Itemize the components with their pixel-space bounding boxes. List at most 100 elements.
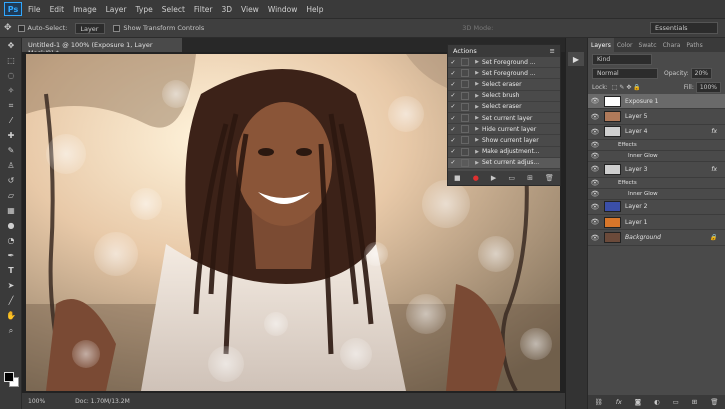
move-tool-icon[interactable]: ✥ xyxy=(4,23,12,33)
eye-icon[interactable]: 👁 xyxy=(588,165,602,173)
eye-icon[interactable]: 👁 xyxy=(588,152,602,160)
auto-select-dropdown[interactable]: Layer xyxy=(75,22,106,34)
check-icon[interactable]: ✓ xyxy=(448,126,458,133)
eye-icon[interactable]: 👁 xyxy=(588,234,602,242)
type-tool-icon[interactable]: T xyxy=(0,263,22,278)
gradient-tool-icon[interactable]: ▦ xyxy=(0,203,22,218)
expand-arrow-icon[interactable]: ▶ xyxy=(472,59,482,65)
clone-stamp-tool-icon[interactable]: ♙ xyxy=(0,158,22,173)
dialog-toggle[interactable] xyxy=(461,58,469,67)
check-icon[interactable]: ✓ xyxy=(448,59,458,66)
record-icon[interactable]: ● xyxy=(473,174,479,182)
layer-row[interactable]: 👁 Effects xyxy=(588,178,725,189)
move-tool-icon[interactable]: ✥ xyxy=(0,38,22,53)
fill-field[interactable]: 100% xyxy=(695,81,721,93)
layer-row[interactable]: 👁 Background 🔒 xyxy=(588,230,725,246)
zoom-level[interactable]: 100% xyxy=(28,398,45,405)
menu-view[interactable]: View xyxy=(241,5,259,14)
tab-swatches[interactable]: Swatc xyxy=(636,42,660,49)
menu-layer[interactable]: Layer xyxy=(106,5,127,14)
dialog-toggle[interactable] xyxy=(461,114,469,123)
foreground-color-swatch[interactable] xyxy=(4,372,14,382)
menu-file[interactable]: File xyxy=(28,5,41,14)
lasso-tool-icon[interactable]: ◌ xyxy=(0,68,22,83)
auto-select-checkbox[interactable] xyxy=(17,24,25,32)
zoom-tool-icon[interactable]: ⌕ xyxy=(0,323,22,338)
eye-icon[interactable]: 👁 xyxy=(588,141,602,149)
opacity-field[interactable]: 20% xyxy=(690,67,713,79)
menu-3d[interactable]: 3D xyxy=(221,5,232,14)
hand-tool-icon[interactable]: ✋ xyxy=(0,308,22,323)
shape-tool-icon[interactable]: ╱ xyxy=(0,293,22,308)
expand-arrow-icon[interactable]: ▶ xyxy=(472,115,482,121)
layer-row[interactable]: 👁 Inner Glow xyxy=(588,189,725,200)
menu-edit[interactable]: Edit xyxy=(50,5,65,14)
lock-icons[interactable]: ⬚✎✥🔒 xyxy=(612,84,643,91)
layer-row[interactable]: 👁 Layer 5 xyxy=(588,109,725,125)
panel-menu-icon[interactable]: ≡ xyxy=(550,47,555,55)
healing-brush-tool-icon[interactable]: ✚ xyxy=(0,128,22,143)
path-selection-tool-icon[interactable]: ➤ xyxy=(0,278,22,293)
dialog-toggle[interactable] xyxy=(461,69,469,78)
check-icon[interactable]: ✓ xyxy=(448,92,458,99)
check-icon[interactable]: ✓ xyxy=(448,148,458,155)
menu-image[interactable]: Image xyxy=(73,5,97,14)
magic-wand-tool-icon[interactable]: ✧ xyxy=(0,83,22,98)
eye-icon[interactable]: 👁 xyxy=(588,97,602,105)
expand-arrow-icon[interactable]: ▶ xyxy=(472,160,482,166)
action-step[interactable]: ✓ ▶ Select eraser xyxy=(448,102,560,113)
pen-tool-icon[interactable]: ✒ xyxy=(0,248,22,263)
add-mask-icon[interactable]: ◙ xyxy=(635,398,641,406)
eraser-tool-icon[interactable]: ▱ xyxy=(0,188,22,203)
layer-row[interactable]: 👁 Effects xyxy=(588,140,725,152)
expand-arrow-icon[interactable]: ▶ xyxy=(472,149,482,155)
expand-arrow-icon[interactable]: ▶ xyxy=(472,126,482,132)
action-step[interactable]: ✓ ▶ Make adjustment... xyxy=(448,147,560,158)
eye-icon[interactable]: 👁 xyxy=(588,179,602,187)
dialog-toggle[interactable] xyxy=(461,147,469,156)
action-step[interactable]: ✓ ▶ Select brush xyxy=(448,91,560,102)
layer-row[interactable]: 👁 Layer 1 xyxy=(588,215,725,231)
layer-row[interactable]: 👁 Layer 2 xyxy=(588,200,725,215)
eyedropper-tool-icon[interactable]: ⁄ xyxy=(0,113,22,128)
document-tab[interactable]: Untitled-1 @ 100% (Exposure 1, Layer Mas… xyxy=(22,38,182,57)
dialog-toggle[interactable] xyxy=(461,102,469,111)
dialog-toggle[interactable] xyxy=(461,125,469,134)
eye-icon[interactable]: 👁 xyxy=(588,113,602,121)
expand-arrow-icon[interactable]: ▶ xyxy=(472,81,482,87)
layer-row[interactable]: 👁 Layer 3 fx xyxy=(588,162,725,178)
transform-controls-checkbox[interactable] xyxy=(113,24,121,32)
delete-layer-icon[interactable]: 🗑 xyxy=(710,398,718,406)
tab-color[interactable]: Color xyxy=(614,42,636,49)
play-icon[interactable]: ▶ xyxy=(491,174,496,182)
eye-icon[interactable]: 👁 xyxy=(588,203,602,211)
history-brush-tool-icon[interactable]: ↺ xyxy=(0,173,22,188)
tab-paths[interactable]: Paths xyxy=(683,42,705,49)
blur-tool-icon[interactable]: ● xyxy=(0,218,22,233)
eye-icon[interactable]: 👁 xyxy=(588,128,602,136)
adjustment-layer-icon[interactable]: ◐ xyxy=(654,398,660,406)
expand-arrow-icon[interactable]: ▶ xyxy=(472,137,482,143)
expand-arrow-icon[interactable]: ▶ xyxy=(472,70,482,76)
menu-help[interactable]: Help xyxy=(306,5,323,14)
menu-type[interactable]: Type xyxy=(136,5,153,14)
stop-icon[interactable]: ■ xyxy=(454,174,461,182)
tab-layers[interactable]: Layers xyxy=(588,38,614,52)
layer-row[interactable]: 👁 Inner Glow xyxy=(588,151,725,163)
layer-row[interactable]: 👁 Layer 4 fx xyxy=(588,125,725,141)
fx-icon[interactable]: fx xyxy=(616,398,622,406)
eye-icon[interactable]: 👁 xyxy=(588,218,602,226)
actions-play-icon[interactable]: ▶ xyxy=(568,52,584,66)
dodge-tool-icon[interactable]: ◔ xyxy=(0,233,22,248)
layer-row[interactable]: 👁 Exposure 1 xyxy=(588,94,725,110)
brush-tool-icon[interactable]: ✎ xyxy=(0,143,22,158)
action-step[interactable]: ✓ ▶ Hide current layer xyxy=(448,124,560,136)
filter-kind-dropdown[interactable]: Kind xyxy=(592,53,652,65)
tab-character[interactable]: Chara xyxy=(660,42,684,49)
check-icon[interactable]: ✓ xyxy=(448,159,458,166)
menu-filter[interactable]: Filter xyxy=(194,5,213,14)
action-step[interactable]: ✓ ▶ Select eraser xyxy=(448,79,560,91)
check-icon[interactable]: ✓ xyxy=(448,81,458,88)
dialog-toggle[interactable] xyxy=(461,158,469,167)
expand-arrow-icon[interactable]: ▶ xyxy=(472,104,482,110)
